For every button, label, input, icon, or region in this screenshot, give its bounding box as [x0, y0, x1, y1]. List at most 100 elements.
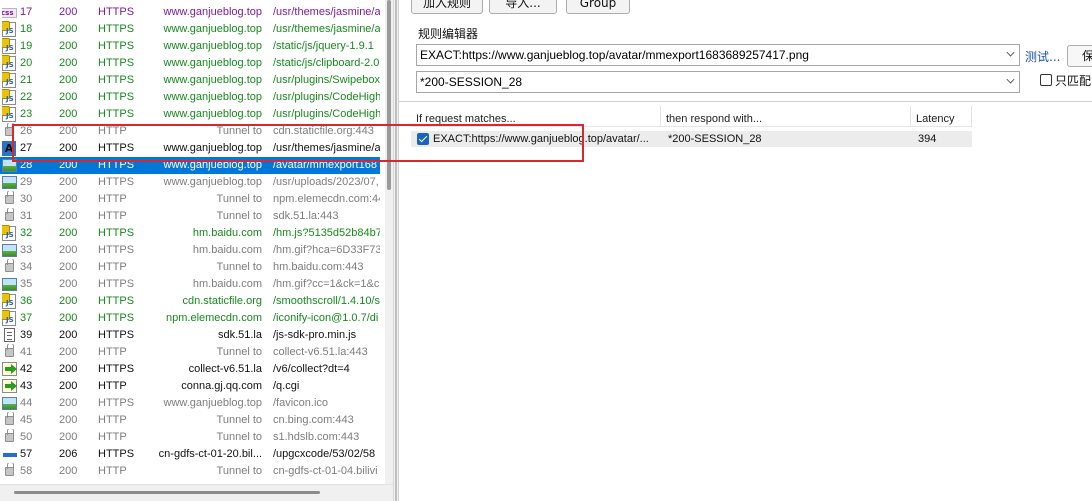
session-row[interactable]: 20 200 HTTPS www.ganjueblog.top/static/js/c…	[0, 55, 380, 72]
session-row[interactable]: 36 200 HTTPS cdn.staticfile.org/smoothscrol…	[0, 293, 380, 310]
session-row[interactable]: 37 200 HTTPS npm.elemecdn.com/iconify-icon@…	[0, 310, 380, 327]
session-result: 200	[59, 295, 78, 307]
session-result: 200	[59, 40, 78, 52]
session-row[interactable]: 29 200 HTTPS www.ganjueblog.top/usr/uploads…	[0, 174, 380, 191]
session-row[interactable]: 19 200 HTTPS www.ganjueblog.top/static/js/j…	[0, 38, 380, 55]
session-host: www.ganjueblog.top	[163, 91, 262, 103]
lock-icon	[5, 208, 14, 221]
lock-icon	[5, 344, 14, 357]
column-header-respond[interactable]: then respond with...	[661, 106, 911, 127]
media-stream-icon	[3, 453, 17, 457]
session-row[interactable]: 22 200 HTTPS www.ganjueblog.top/usr/plugins…	[0, 89, 380, 106]
session-list-pane: css 17 200 HTTPS www.ganjueblog.top/usr/them…	[0, 0, 393, 501]
session-protocol: HTTP	[98, 346, 127, 358]
session-host: Tunnel to	[216, 414, 262, 426]
session-row[interactable]: 33 200 HTTPS hm.baidu.com/hm.gif?hca=6D33F7…	[0, 242, 380, 259]
session-protocol: HTTP	[98, 210, 127, 222]
session-row[interactable]: 41 200 HTTP Tunnel to collect-v6.51.la:443	[0, 344, 380, 361]
session-url: sdk.51.la:443	[273, 210, 339, 222]
session-url: /q.cgi	[273, 380, 300, 392]
add-rule-button[interactable]: 加入规则	[411, 0, 483, 14]
session-row[interactable]: 30 200 HTTP Tunnel to npm.elemecdn.com:44	[0, 191, 380, 208]
session-row[interactable]: 42 200 HTTPS collect-v6.51.la/v6/collect?dt…	[0, 361, 380, 378]
session-protocol: HTTPS	[98, 108, 135, 120]
session-number: 21	[20, 74, 33, 86]
session-row[interactable]: 39 200 HTTPS sdk.51.la/js-sdk-pro.min.js	[0, 327, 380, 344]
session-protocol: HTTPS	[98, 397, 135, 409]
session-protocol: HTTPS	[98, 40, 135, 52]
session-result: 200	[59, 278, 78, 290]
post-request-icon	[2, 379, 17, 393]
session-host: www.ganjueblog.top	[163, 57, 262, 69]
session-row[interactable]: 45 200 HTTP Tunnel to cn.bing.com:443	[0, 412, 380, 429]
session-result: 200	[59, 329, 78, 341]
session-url: /usr/themes/jasmine/a	[273, 23, 380, 35]
session-protocol: HTTPS	[98, 363, 135, 375]
column-header-latency[interactable]: Latency	[911, 106, 972, 127]
session-result: 206	[59, 448, 78, 460]
session-result: 200	[59, 346, 78, 358]
session-row[interactable]: 31 200 HTTP Tunnel to sdk.51.la:443	[0, 208, 380, 225]
session-result: 200	[59, 108, 78, 120]
session-row[interactable]: 58 200 HTTP Tunnel to cn-gdfs-ct-01-04.biliv…	[0, 463, 380, 480]
session-list: css 17 200 HTTPS www.ganjueblog.top/usr/them…	[0, 4, 380, 480]
javascript-file-icon	[2, 72, 16, 88]
session-host: Tunnel to	[216, 346, 262, 358]
save-button[interactable]: 保	[1067, 45, 1092, 67]
session-row[interactable]: 23 200 HTTPS www.ganjueblog.top/usr/plugins…	[0, 106, 380, 123]
javascript-file-icon	[2, 293, 16, 309]
session-url: /hm.js?5135d52b84b7	[273, 227, 380, 239]
only-match-checkbox[interactable]	[1040, 74, 1052, 86]
session-number: 20	[20, 57, 33, 69]
session-protocol: HTTP	[98, 193, 127, 205]
session-url: /usr/plugins/CodeHigh	[273, 91, 380, 103]
session-number: 22	[20, 91, 33, 103]
session-row[interactable]: 43 200 HTTP conna.gj.qq.com/q.cgi	[0, 378, 380, 395]
session-host: npm.elemecdn.com	[166, 312, 262, 324]
session-row[interactable]: css 17 200 HTTPS www.ganjueblog.top/usr/them…	[0, 4, 380, 21]
session-row[interactable]: 21 200 HTTPS www.ganjueblog.top/usr/plugins…	[0, 72, 380, 89]
session-protocol: HTTP	[98, 380, 127, 392]
session-url: /favicon.ico	[273, 397, 329, 409]
session-row[interactable]: 35 200 HTTPS hm.baidu.com/hm.gif?cc=1&ck=1&…	[0, 276, 380, 293]
session-row[interactable]: 50 200 HTTP Tunnel to s1.hdslb.com:443	[0, 429, 380, 446]
session-row[interactable]: 18 200 HTTPS www.ganjueblog.top/usr/themes/…	[0, 21, 380, 38]
import-button[interactable]: 导入...	[489, 0, 557, 14]
horizontal-scrollbar-thumb[interactable]	[14, 491, 320, 494]
session-url: /smoothscroll/1.4.10/s	[273, 295, 380, 307]
image-file-icon	[2, 244, 17, 257]
session-number: 58	[20, 465, 33, 477]
session-protocol: HTTPS	[98, 295, 135, 307]
session-row[interactable]: 34 200 HTTP Tunnel to hm.baidu.com:443	[0, 259, 380, 276]
session-host: collect-v6.51.la	[188, 363, 262, 375]
session-number: 44	[20, 397, 33, 409]
group-button[interactable]: Group	[566, 0, 630, 14]
lock-icon	[5, 412, 14, 425]
javascript-file-icon	[2, 55, 16, 71]
session-row[interactable]: 57 206 HTTPS cn-gdfs-ct-01-20.bil... /upgcxc…	[0, 446, 380, 463]
javascript-file-icon	[2, 38, 16, 54]
session-url: /static/js/jquery-1.9.1	[273, 40, 374, 52]
session-protocol: HTTPS	[98, 57, 135, 69]
test-link[interactable]: 测试...	[1025, 48, 1060, 65]
only-match-label: 只匹配	[1055, 74, 1092, 88]
session-result: 200	[59, 414, 78, 426]
respond-action-combobox[interactable]: *200-SESSION_28	[416, 71, 1020, 93]
session-number: 50	[20, 431, 33, 443]
session-result: 200	[59, 57, 78, 69]
javascript-file-icon	[2, 21, 16, 37]
session-result: 200	[59, 431, 78, 443]
session-host: hm.baidu.com	[192, 278, 262, 290]
session-row[interactable]: 44 200 HTTPS www.ganjueblog.top/favicon.ico	[0, 395, 380, 412]
chevron-down-icon[interactable]	[1006, 75, 1015, 84]
session-host: www.ganjueblog.top	[163, 23, 262, 35]
session-result: 200	[59, 227, 78, 239]
session-result: 200	[59, 363, 78, 375]
session-number: 57	[20, 448, 33, 460]
session-result: 200	[59, 91, 78, 103]
session-host: sdk.51.la	[217, 329, 262, 341]
session-url: /static/js/clipboard-2.0	[273, 57, 380, 69]
chevron-down-icon[interactable]	[1006, 48, 1015, 57]
session-row[interactable]: 32 200 HTTPS hm.baidu.com/hm.js?5135d52b84b…	[0, 225, 380, 242]
match-condition-combobox[interactable]: EXACT:https://www.ganjueblog.top/avatar/…	[416, 44, 1020, 66]
